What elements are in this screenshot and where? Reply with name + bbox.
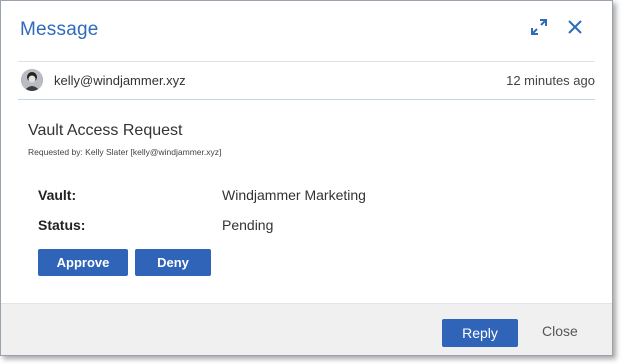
vault-label: Vault: (38, 187, 77, 203)
message-timestamp: 12 minutes ago (506, 73, 595, 88)
approve-button[interactable]: Approve (38, 249, 128, 276)
deny-button[interactable]: Deny (135, 249, 211, 276)
reply-button[interactable]: Reply (442, 319, 518, 347)
requested-by-text: Requested by: Kelly Slater [kelly@windja… (28, 147, 222, 157)
avatar (21, 69, 43, 91)
expand-arrows-icon (530, 18, 548, 41)
close-x-icon (567, 19, 583, 40)
status-value: Pending (222, 217, 274, 233)
message-dialog: Message kelly@windjammer.xyz 12 minutes … (0, 0, 613, 356)
sender-email: kelly@windjammer.xyz (54, 73, 186, 88)
request-title: Vault Access Request (28, 122, 183, 139)
close-button[interactable] (564, 18, 586, 40)
status-label: Status: (38, 217, 86, 233)
dialog-title: Message (20, 19, 99, 40)
vault-value: Windjammer Marketing (222, 187, 366, 203)
dialog-footer: Reply Close (1, 303, 612, 355)
sender-row: kelly@windjammer.xyz 12 minutes ago (18, 61, 595, 100)
dialog-header: Message (1, 1, 612, 59)
expand-button[interactable] (528, 18, 550, 40)
close-link[interactable]: Close (542, 323, 578, 339)
